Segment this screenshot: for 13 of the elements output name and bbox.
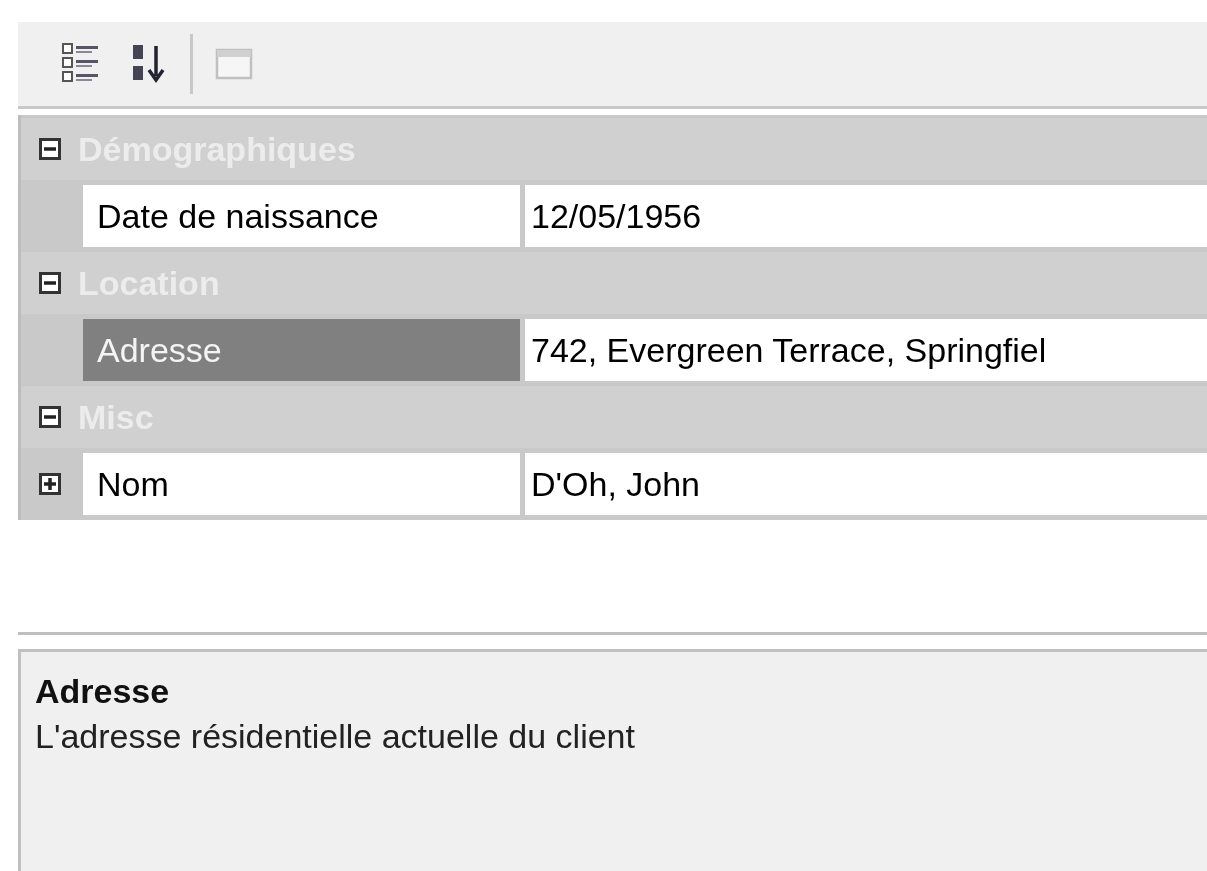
collapse-icon[interactable] — [38, 406, 61, 428]
description-title: Adresse — [35, 672, 171, 711]
description-text: L'adresse résidentielle actuelle du client — [35, 717, 636, 756]
property-value[interactable]: 12/05/1956 — [525, 185, 1207, 247]
property-label[interactable]: Date de naissance — [83, 185, 520, 247]
property-label[interactable]: Adresse — [83, 319, 520, 381]
collapse-icon[interactable] — [38, 272, 61, 294]
window-icon — [214, 47, 254, 81]
property-label[interactable]: Nom — [83, 453, 520, 515]
property-value[interactable]: D'Oh, John — [525, 453, 1207, 515]
collapse-icon[interactable] — [38, 138, 61, 160]
expand-icon[interactable] — [38, 473, 61, 495]
property-value[interactable]: 742, Evergreen Terrace, Springfiel — [525, 319, 1207, 381]
